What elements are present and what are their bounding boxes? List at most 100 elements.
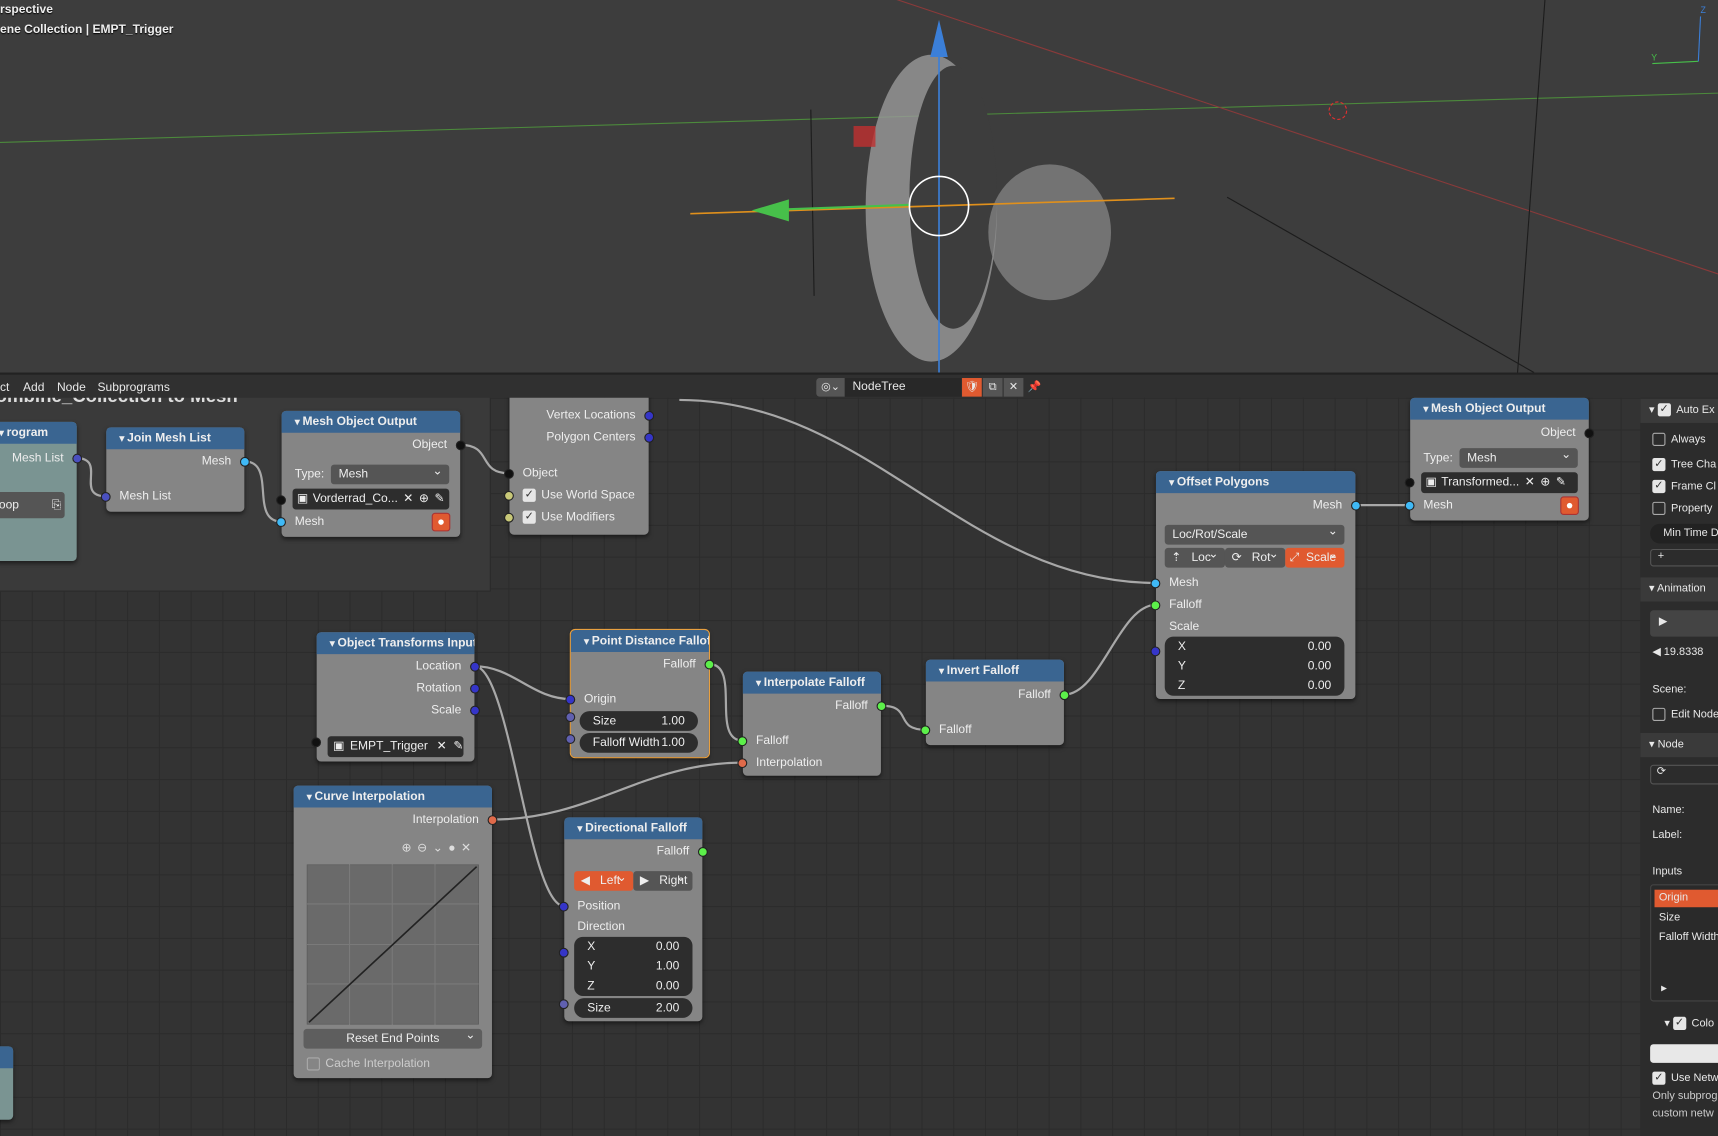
socket-falloff[interactable] (1059, 689, 1070, 700)
socket-falloff[interactable] (737, 735, 748, 746)
frame-changes-checkbox[interactable]: ✓ Frame Cl (1652, 479, 1716, 494)
checkbox-unchecked[interactable] (306, 1057, 320, 1071)
node-header[interactable]: Mesh Object Output (1410, 397, 1589, 420)
socket-falloff-width[interactable] (565, 733, 576, 744)
socket-falloff[interactable] (920, 724, 931, 735)
add-button[interactable]: + (1650, 548, 1718, 567)
node-header[interactable]: Join Mesh List (106, 427, 245, 450)
dot-icon[interactable]: ● (448, 841, 461, 854)
rot-toggle[interactable]: ⟳ Rot (1224, 545, 1286, 568)
right-toggle-button[interactable]: ▶ Right (633, 868, 693, 891)
checkbox-unchecked[interactable] (1652, 707, 1666, 721)
node-tree-name[interactable]: NodeTree (844, 378, 961, 397)
link-mesh-list[interactable] (75, 456, 107, 498)
socket-object-input[interactable] (276, 494, 286, 505)
link-location-origin[interactable] (474, 665, 571, 701)
link-polygon-centers[interactable] (679, 398, 1156, 585)
3d-viewport[interactable]: rspective ene Collection | EMPT_Trigger … (0, 0, 1718, 373)
node-invert-falloff[interactable]: Invert Falloff Falloff Falloff (920, 659, 1070, 746)
left-toggle-button[interactable]: ◀ Left (574, 868, 634, 891)
socket-object[interactable] (1584, 427, 1595, 438)
object-field[interactable]: ▣ EMPT_Trigger ✕ ✎ (327, 736, 464, 758)
new-loop-icon[interactable]: ⎘ (52, 495, 62, 516)
clear-icon[interactable]: ✕ (403, 489, 413, 510)
menu-node[interactable]: Node (57, 381, 86, 394)
list-item-origin[interactable]: Origin (1654, 889, 1718, 908)
z-field[interactable]: Z 0.00 (1165, 676, 1345, 696)
socket-object[interactable] (455, 439, 466, 450)
eyedropper-icon[interactable]: ✎ (1556, 472, 1566, 493)
link-join-mesh[interactable] (244, 460, 282, 523)
node-directional-falloff[interactable]: Directional Falloff Falloff ◀ Left ▶ Rig… (558, 817, 708, 1022)
socket-direction[interactable] (558, 947, 569, 958)
checkbox-checked[interactable]: ✓ (1657, 403, 1671, 417)
clear-icon[interactable]: ✕ (1525, 472, 1535, 493)
eyedropper-icon[interactable]: ✎ (453, 736, 463, 757)
input-use-modifiers[interactable]: ✓ Use Modifiers (504, 507, 636, 527)
object-field[interactable]: ▣ Vorderrad_Co... ✕ ⊕ ✎ (292, 488, 450, 510)
scale-vector-field[interactable]: X 0.00 Y 0.00 Z 0.00 (1164, 636, 1345, 696)
node-header[interactable]: Object Transforms Input (316, 632, 475, 655)
socket-mesh[interactable] (1350, 500, 1361, 511)
socket-vector[interactable] (558, 901, 569, 912)
socket-falloff[interactable] (697, 846, 708, 857)
node-header[interactable]: Curve Interpolation (293, 785, 492, 808)
inputs-list[interactable]: Origin Size Falloff Width ▶ (1650, 884, 1718, 1002)
menu-add[interactable]: Add (23, 381, 44, 394)
type-dropdown[interactable]: Mesh (330, 461, 450, 485)
zoom-in-icon[interactable]: ⊕ (402, 841, 418, 854)
socket-size[interactable] (558, 998, 569, 1009)
checkbox-unchecked[interactable] (1652, 501, 1666, 515)
node-point-distance-falloff[interactable]: Point Distance Falloff Falloff Origin Si… (565, 628, 715, 759)
socket-boolean[interactable] (504, 512, 514, 523)
size-field[interactable]: Size 2.00 (574, 998, 693, 1018)
node-header[interactable]: Invert Falloff (925, 659, 1064, 682)
node-object-mesh-data[interactable]: Vertex Locations Polygon Centers Object … (504, 397, 655, 535)
node-header[interactable]: Point Distance Falloff (570, 630, 709, 652)
falloff-width-field[interactable]: Falloff Width 1.00 (579, 733, 698, 753)
color-toggle[interactable]: ▾ ✓ Colo (1664, 1016, 1714, 1030)
x-field[interactable]: X 0.00 (574, 937, 692, 957)
edit-node-checkbox[interactable]: Edit Node (1652, 707, 1718, 721)
checkbox-checked[interactable]: ✓ (522, 510, 536, 524)
chevron-down-icon[interactable]: ⌄ (433, 841, 449, 854)
refresh-button[interactable]: ⟳ (1650, 764, 1718, 785)
socket-vector[interactable] (470, 661, 480, 672)
play-button[interactable]: ▶ (1650, 610, 1718, 637)
fake-user-shield-icon[interactable]: 🛡 (962, 378, 982, 397)
direction-vector-field[interactable]: X 0.00 Y 1.00 Z 0.00 (574, 936, 693, 996)
node-header[interactable] (0, 1046, 14, 1069)
list-item-falloff-width[interactable]: Falloff Width (1659, 931, 1718, 943)
loc-toggle[interactable]: ⇡ Loc (1164, 545, 1225, 568)
socket-mesh[interactable] (1150, 577, 1161, 588)
socket-mesh[interactable] (276, 516, 286, 527)
y-field[interactable]: Y 0.00 (1165, 656, 1345, 676)
socket-boolean[interactable] (504, 490, 514, 501)
pin-icon[interactable]: 📌 (1024, 378, 1044, 397)
always-checkbox[interactable]: Always (1652, 432, 1706, 446)
socket-vector[interactable] (470, 705, 480, 715)
socket-falloff[interactable] (1150, 599, 1161, 610)
cache-interpolation-checkbox[interactable]: Cache Interpolation (306, 1054, 479, 1074)
link-pdf-falloff[interactable] (708, 662, 744, 742)
node-header[interactable]: Mesh Object Output (281, 410, 461, 433)
checkbox-checked[interactable]: ✓ (1652, 479, 1666, 494)
socket-falloff[interactable] (876, 700, 887, 711)
clear-icon[interactable]: ✕ (437, 736, 447, 757)
socket-vector[interactable] (565, 694, 576, 704)
node-partial[interactable] (0, 1046, 14, 1120)
expand-icon[interactable]: ▶ (1661, 984, 1667, 993)
socket-scale-vector[interactable] (1150, 645, 1161, 656)
min-time-field[interactable]: Min Time D (1650, 523, 1718, 544)
checkbox-checked[interactable]: ✓ (522, 488, 536, 502)
z-field[interactable]: Z 0.00 (574, 976, 692, 996)
socket-falloff[interactable] (704, 659, 715, 669)
socket-mesh[interactable] (239, 456, 250, 467)
close-icon[interactable]: ✕ (461, 841, 477, 854)
socket-mesh-list[interactable] (100, 491, 111, 502)
link-invert-offset[interactable] (1063, 603, 1157, 696)
node-object-transforms-input[interactable]: Object Transforms Input Location Rotatio… (311, 632, 480, 762)
color-swatch[interactable] (1650, 1044, 1718, 1063)
add-icon[interactable]: ⊕ (419, 489, 429, 510)
socket-object-input[interactable] (1404, 477, 1415, 488)
